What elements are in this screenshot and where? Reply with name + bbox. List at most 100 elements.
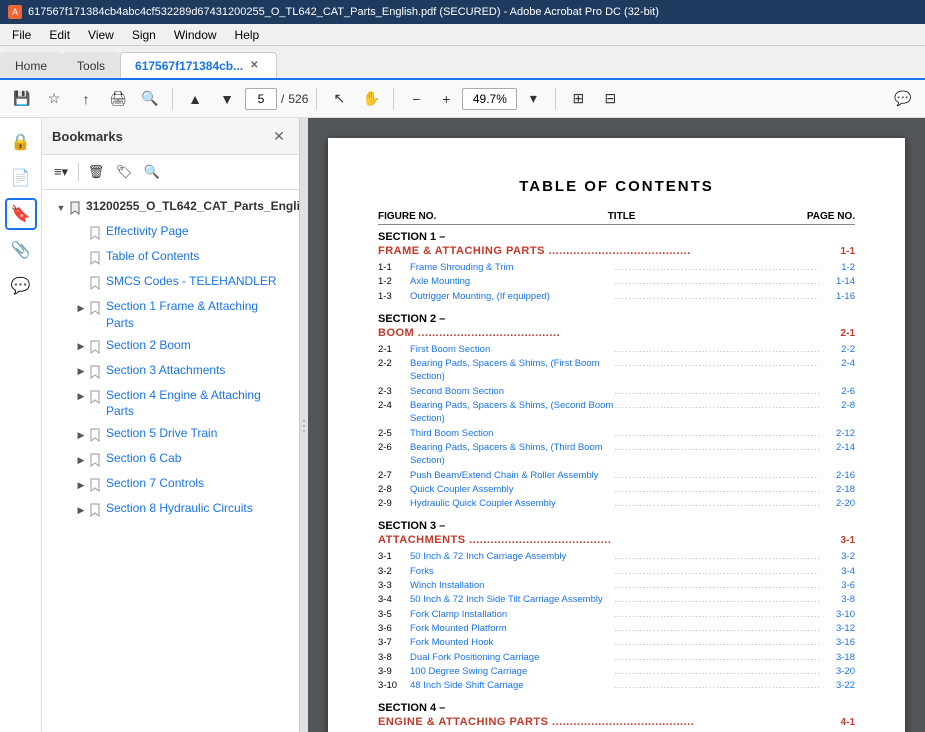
bookmark-root-item[interactable]: ▼ 31200255_O_TL642_CAT_Parts_English ▲ bbox=[50, 196, 291, 220]
sec6-expand[interactable]: ▶ bbox=[74, 450, 88, 470]
bookmark-sec5[interactable]: ▶ Section 5 Drive Train bbox=[70, 423, 291, 447]
menu-window[interactable]: Window bbox=[166, 26, 225, 44]
toc-row: 2-6Bearing Pads, Spacers & Shims, (Third… bbox=[378, 441, 855, 468]
toc-page-num: 2-12 bbox=[819, 427, 855, 440]
sidebar-toolbar: ≡▾ 🗑 🏷 🔍 bbox=[42, 155, 299, 190]
toc-row: 1-1Frame Shrouding & Trim ..............… bbox=[378, 261, 855, 274]
toc-dots: ........................................… bbox=[615, 593, 820, 606]
bookmark-smcs[interactable]: SMCS Codes - TELEHANDLER bbox=[70, 271, 291, 295]
comments-panel-button[interactable]: 💬 bbox=[5, 270, 37, 302]
sec2-expand[interactable]: ▶ bbox=[74, 337, 88, 357]
toc-fig-num: 3-6 bbox=[378, 622, 410, 635]
sec1-bookmark-icon bbox=[88, 298, 102, 318]
toolbar-separator-2 bbox=[316, 88, 317, 110]
tab-home[interactable]: Home bbox=[0, 52, 62, 78]
sec5-expand[interactable]: ▶ bbox=[74, 425, 88, 445]
bookmark-sec7[interactable]: ▶ Section 7 Controls bbox=[70, 473, 291, 497]
bookmark-sec2[interactable]: ▶ Section 2 Boom bbox=[70, 335, 291, 359]
toc-row-title: Bearing Pads, Spacers & Shims, (Second B… bbox=[410, 399, 615, 426]
comment-tool-button[interactable]: 💬 bbox=[889, 85, 917, 113]
toc-fig-num: 3-10 bbox=[378, 679, 410, 692]
toc-row-title: 48 Inch Side Shift Carriage bbox=[410, 679, 615, 692]
sidebar-header: Bookmarks ✕ bbox=[42, 118, 299, 155]
page-navigation: ▲ ▼ 5 / 526 bbox=[181, 85, 308, 113]
sec3-expand[interactable]: ▶ bbox=[74, 362, 88, 382]
zoom-control: − + 49.7% ▾ bbox=[402, 85, 547, 113]
page-down-button[interactable]: ▼ bbox=[213, 85, 241, 113]
menu-file[interactable]: File bbox=[4, 26, 39, 44]
sidebar-resize-handle[interactable] bbox=[300, 118, 308, 732]
select-tool-button[interactable]: ↖ bbox=[325, 85, 353, 113]
share-button[interactable]: ↑ bbox=[72, 85, 100, 113]
bookmark-sec8[interactable]: ▶ Section 8 Hydraulic Circuits bbox=[70, 498, 291, 522]
toc-fig-num: 1-1 bbox=[378, 261, 410, 274]
toc-page-num: 3-8 bbox=[819, 593, 855, 606]
toc-page-num: 3-4 bbox=[819, 565, 855, 578]
sec4-bookmark-icon bbox=[88, 387, 102, 407]
menu-sign[interactable]: Sign bbox=[124, 26, 164, 44]
attachments-panel-button[interactable]: 📎 bbox=[5, 234, 37, 266]
page-up-button[interactable]: ▲ bbox=[181, 85, 209, 113]
sec7-expand[interactable]: ▶ bbox=[74, 475, 88, 495]
page-number-input[interactable]: 5 bbox=[245, 88, 277, 110]
root-collapse-icon[interactable]: ▼ bbox=[54, 198, 68, 218]
toc-row: 2-7Push Beam/Extend Chain & Roller Assem… bbox=[378, 469, 855, 482]
toc-row-title: Axle Mounting bbox=[410, 275, 615, 288]
tab-close-button[interactable]: ✕ bbox=[247, 59, 261, 72]
bookmarks-panel-button[interactable]: 🔖 bbox=[5, 198, 37, 230]
lock-icon[interactable]: 🔒 bbox=[5, 126, 37, 158]
bookmark-add-button[interactable]: ☆ bbox=[40, 85, 68, 113]
bookmark-sec1[interactable]: ▶ Section 1 Frame & Attaching Parts bbox=[70, 296, 291, 334]
sidebar-close-button[interactable]: ✕ bbox=[269, 126, 289, 146]
toc-page-num: 2-4 bbox=[819, 357, 855, 370]
bookmark-sec6[interactable]: ▶ Section 6 Cab bbox=[70, 448, 291, 472]
hand-tool-button[interactable]: ✋ bbox=[357, 85, 385, 113]
sidebar-view-options-button[interactable]: ≡▾ bbox=[48, 159, 74, 185]
sidebar-title: Bookmarks bbox=[52, 129, 123, 144]
sec4-expand[interactable]: ▶ bbox=[74, 387, 88, 407]
col-title: TITLE bbox=[608, 211, 636, 222]
bookmark-sec3[interactable]: ▶ Section 3 Attachments bbox=[70, 360, 291, 384]
toc-row: 2-4Bearing Pads, Spacers & Shims, (Secon… bbox=[378, 399, 855, 426]
toc-expand bbox=[74, 248, 88, 268]
menu-view[interactable]: View bbox=[80, 26, 122, 44]
rotate-button[interactable]: ⊟ bbox=[596, 85, 624, 113]
toc-bookmark-icon bbox=[88, 248, 102, 268]
smcs-expand bbox=[74, 273, 88, 293]
root-bookmark-label: 31200255_O_TL642_CAT_Parts_English bbox=[86, 198, 299, 215]
sec1-expand[interactable]: ▶ bbox=[74, 298, 88, 318]
save-button[interactable]: 💾 bbox=[8, 85, 36, 113]
tab-tools[interactable]: Tools bbox=[62, 52, 120, 78]
pdf-viewer[interactable]: TABLE OF CONTENTS FIGURE NO. TITLE PAGE … bbox=[308, 118, 925, 732]
toc-dots: ........................................… bbox=[615, 357, 820, 370]
bookmark-effectivity[interactable]: Effectivity Page bbox=[70, 221, 291, 245]
bookmark-toc[interactable]: Table of Contents bbox=[70, 246, 291, 270]
toc-row-title: Winch Installation bbox=[410, 579, 615, 592]
menu-help[interactable]: Help bbox=[227, 26, 268, 44]
menu-edit[interactable]: Edit bbox=[41, 26, 78, 44]
sidebar-search-button[interactable]: 🔍 bbox=[139, 159, 165, 185]
zoom-find-button[interactable]: 🔍 bbox=[136, 85, 164, 113]
toc-row: 3-8Dual Fork Positioning Carriage ......… bbox=[378, 651, 855, 664]
toc-row: 1-3Outrigger Mounting, (If equipped) ...… bbox=[378, 290, 855, 303]
sec8-expand[interactable]: ▶ bbox=[74, 500, 88, 520]
smcs-label: SMCS Codes - TELEHANDLER bbox=[106, 273, 287, 290]
zoom-input[interactable]: 49.7% bbox=[462, 88, 517, 110]
sidebar-delete-button[interactable]: 🗑 bbox=[83, 159, 109, 185]
section-3-subheading: ATTACHMENTS ............................… bbox=[378, 534, 611, 546]
zoom-in-button[interactable]: + bbox=[432, 85, 460, 113]
zoom-dropdown-button[interactable]: ▾ bbox=[519, 85, 547, 113]
fit-page-button[interactable]: ⊞ bbox=[564, 85, 592, 113]
bookmarks-panel: Bookmarks ✕ ≡▾ 🗑 🏷 🔍 ▼ 31200255 bbox=[42, 118, 300, 732]
pages-panel-button[interactable]: 📄 bbox=[5, 162, 37, 194]
section-3-heading: SECTION 3 – bbox=[378, 520, 445, 532]
tab-doc[interactable]: 617567f171384cb... ✕ bbox=[120, 52, 276, 78]
tab-home-label: Home bbox=[15, 59, 47, 73]
print-button[interactable]: 🖨 bbox=[104, 85, 132, 113]
sidebar-tag-button[interactable]: 🏷 bbox=[111, 159, 137, 185]
bookmark-sec4[interactable]: ▶ Section 4 Engine & Attaching Parts bbox=[70, 385, 291, 423]
toc-dots: ........................................… bbox=[615, 608, 820, 621]
toc-fig-num: 3-8 bbox=[378, 651, 410, 664]
toc-fig-num: 3-7 bbox=[378, 636, 410, 649]
zoom-out-button[interactable]: − bbox=[402, 85, 430, 113]
